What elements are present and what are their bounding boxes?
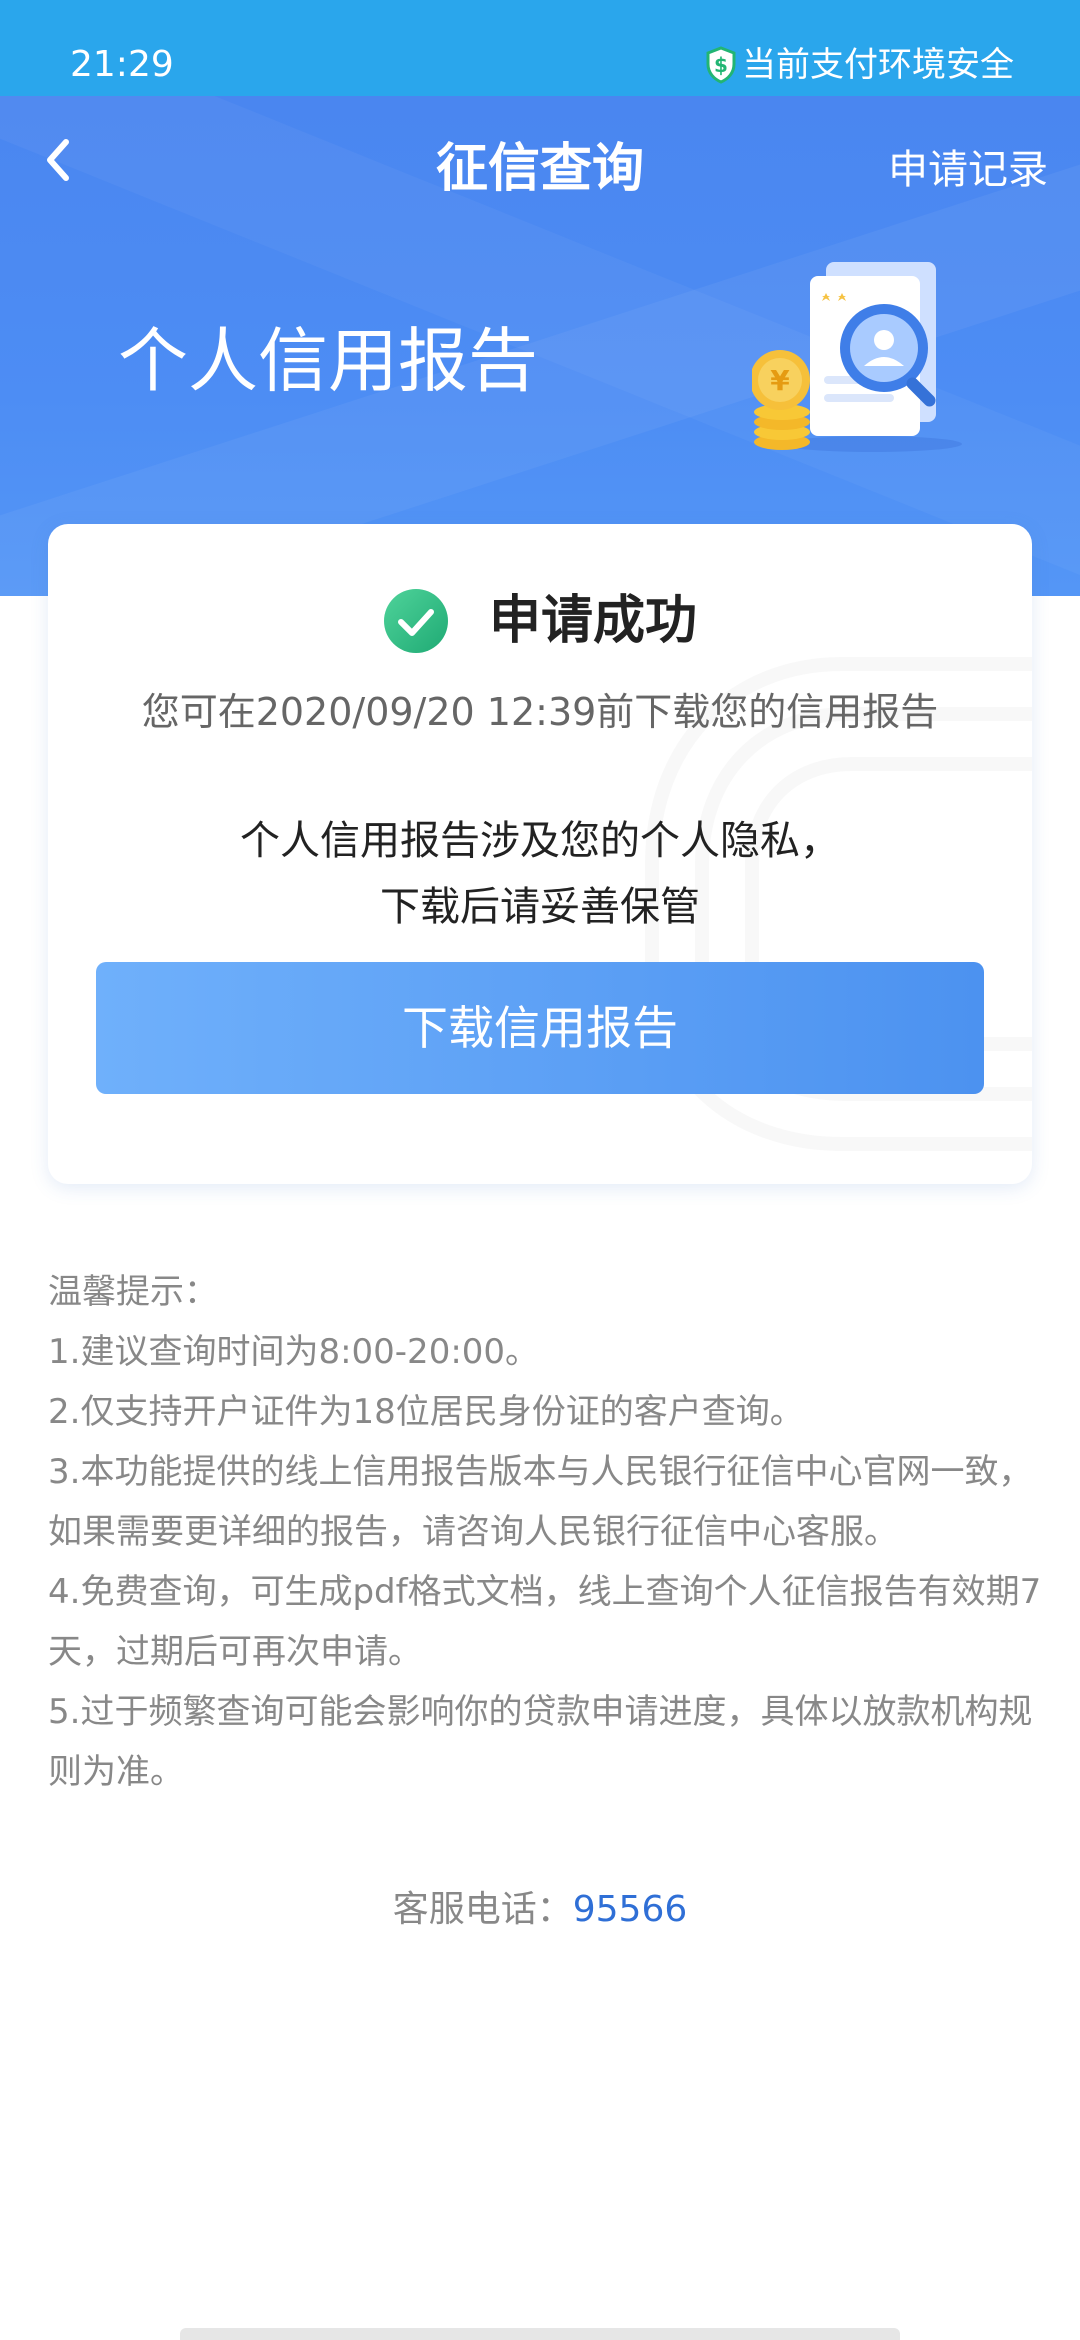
tip-item: 2.仅支持开户证件为18位居民身份证的客户查询。	[48, 1392, 804, 1432]
result-card: 申请成功 您可在2020/09/20 12:39前下载您的信用报告 个人信用报告…	[48, 524, 1032, 1184]
svg-text:¥: ¥	[770, 364, 790, 397]
success-row: 申请成功	[48, 586, 1032, 656]
hero-banner: 征信查询 申请记录 个人信用报告 ¥	[0, 96, 1080, 596]
tip-item: 5.过于频繁查询可能会影响你的贷款申请进度，具体以放款机构规则为准。	[48, 1692, 1033, 1792]
service-label: 客服电话：	[392, 1889, 573, 1930]
download-report-button[interactable]: 下载信用报告	[96, 962, 984, 1094]
credit-query-page: 21:29 $ 当前支付环境安全 征信查询 申请记录 个人信用报告 ¥ 申请成功…	[0, 0, 1080, 2340]
privacy-notice: 个人信用报告涉及您的个人隐私， 下载后请妥善保管	[240, 818, 840, 930]
report-heading: 个人信用报告	[118, 320, 538, 402]
security-text: 当前支付环境安全	[742, 45, 1014, 85]
service-phone-link[interactable]: 95566	[573, 1889, 688, 1930]
payment-security-status: $ 当前支付环境安全	[706, 40, 1014, 90]
download-deadline-text: 您可在2020/09/20 12:39前下载您的信用报告	[141, 690, 939, 734]
tip-item: 3.本功能提供的线上信用报告版本与人民银行征信中心官网一致，如果需要更详细的报告…	[48, 1452, 1033, 1552]
svg-text:$: $	[714, 53, 728, 77]
status-time: 21:29	[70, 44, 174, 85]
success-text: 申请成功	[488, 591, 697, 651]
tip-item: 4.免费查询，可生成pdf格式文档，线上查询个人征信报告有效期7天，过期后可再次…	[48, 1572, 1042, 1672]
tips-title: 温馨提示：	[48, 1272, 218, 1312]
shield-icon: $	[706, 46, 736, 84]
tips-section: 温馨提示： 1.建议查询时间为8:00-20:00。 2.仅支持开户证件为18位…	[48, 1262, 1048, 1802]
status-bar: 21:29 $ 当前支付环境安全	[0, 0, 1080, 96]
customer-service-line: 客服电话：95566	[0, 1880, 1080, 1940]
application-records-link[interactable]: 申请记录	[888, 140, 1048, 200]
tip-item: 1.建议查询时间为8:00-20:00。	[48, 1332, 540, 1372]
document-magnifier-illustration: ¥	[752, 262, 962, 452]
check-circle-icon	[383, 589, 448, 653]
home-indicator[interactable]	[180, 2328, 900, 2340]
